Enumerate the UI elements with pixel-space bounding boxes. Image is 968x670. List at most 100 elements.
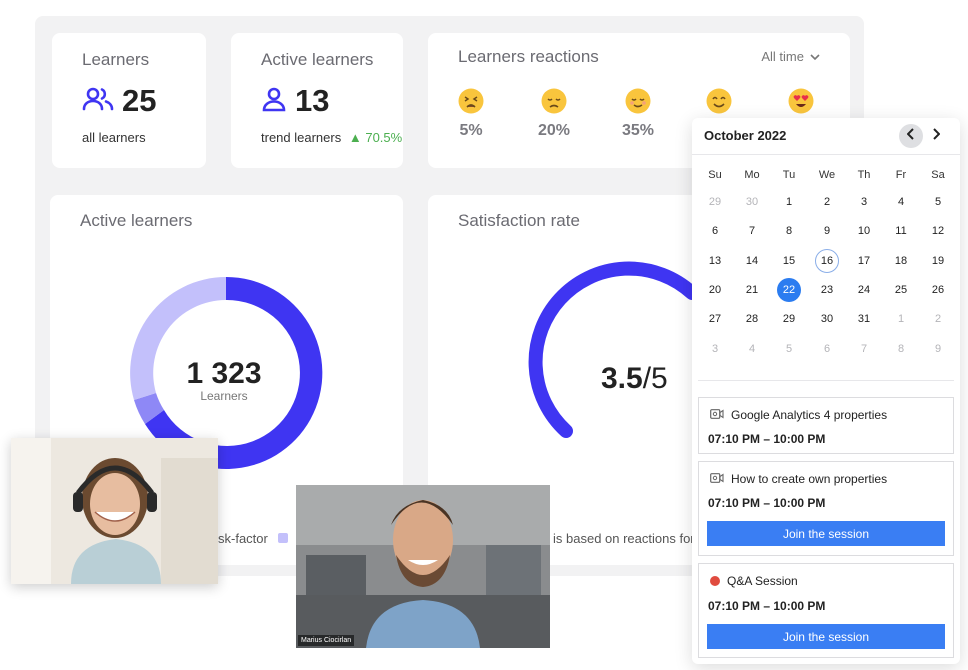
session-card: Q&A Session 07:10 PM – 10:00 PM Join the… — [698, 563, 954, 658]
live-dot-icon — [710, 576, 720, 586]
tired-face-icon — [458, 88, 484, 114]
join-session-button[interactable]: Join the session — [707, 624, 945, 649]
session-title-text: Google Analytics 4 properties — [731, 408, 888, 422]
calendar-day[interactable]: 5 — [774, 338, 804, 360]
learners-count: 25 — [122, 83, 157, 118]
weekday-label: Mo — [744, 169, 760, 181]
calendar-day[interactable]: 21 — [737, 279, 767, 301]
calendar-day[interactable]: 7 — [737, 220, 767, 242]
calendar-day[interactable]: 19 — [923, 250, 953, 272]
chevron-right-icon — [932, 127, 941, 145]
active-learners-card: Active learners 13 trend learners ▲ 70.5… — [231, 33, 403, 168]
calendar-day[interactable]: 11 — [886, 220, 916, 242]
active-learners-title: Active learners — [261, 50, 374, 69]
session-title-text: Q&A Session — [727, 574, 798, 588]
calendar-day[interactable]: 2 — [923, 308, 953, 330]
calendar-day[interactable]: 9 — [812, 220, 842, 242]
participant-video-image — [296, 485, 550, 648]
video-camera-icon — [710, 408, 724, 422]
video-camera-icon — [710, 472, 724, 486]
calendar-day[interactable]: 23 — [812, 279, 842, 301]
reaction-smiling — [689, 88, 749, 122]
calendar-day[interactable]: 27 — [700, 308, 730, 330]
calendar-day[interactable]: 4 — [886, 191, 916, 213]
calendar-day[interactable]: 2 — [812, 191, 842, 213]
heart-eyes-face-icon — [788, 88, 814, 114]
active-learners-subtitle: trend learners ▲ 70.5% — [261, 130, 402, 145]
weekday-label: Fr — [895, 169, 907, 181]
calendar-day[interactable]: 8 — [774, 220, 804, 242]
satisfaction-score: 3.5/5 — [601, 362, 668, 396]
calendar-day[interactable]: 24 — [849, 279, 879, 301]
donut-center-label: Learners — [200, 389, 247, 403]
calendar-day[interactable]: 1 — [774, 191, 804, 213]
previous-month-button[interactable] — [899, 124, 923, 148]
video-tile-participant-2[interactable]: Marius Ciocirlan — [296, 485, 550, 648]
calendar-divider — [698, 380, 954, 381]
calendar-day[interactable]: 18 — [886, 250, 916, 272]
disappointed-face-icon — [541, 88, 567, 114]
session-title: How to create own properties — [710, 472, 887, 486]
calendar-day[interactable]: 13 — [700, 250, 730, 272]
calendar-day[interactable]: 30 — [812, 308, 842, 330]
session-card[interactable]: Google Analytics 4 properties 07:10 PM –… — [698, 397, 954, 454]
learners-subtitle: all learners — [82, 130, 146, 145]
calendar-day[interactable]: 3 — [849, 191, 879, 213]
calendar-day[interactable]: 29 — [700, 191, 730, 213]
session-time: 07:10 PM – 10:00 PM — [708, 599, 826, 613]
time-filter-dropdown[interactable]: All time — [761, 49, 820, 64]
calendar-day[interactable]: 8 — [886, 338, 916, 360]
calendar-day[interactable]: 10 — [849, 220, 879, 242]
calendar-day[interactable]: 16 — [815, 249, 839, 273]
video-tile-participant-1[interactable] — [11, 438, 218, 584]
calendar-day[interactable]: 12 — [923, 220, 953, 242]
calendar-day[interactable]: 4 — [737, 338, 767, 360]
calendar-day[interactable]: 9 — [923, 338, 953, 360]
calendar-day[interactable]: 25 — [886, 279, 916, 301]
dashboard-stage: Learners 25 all learners Active learners — [0, 0, 968, 670]
calendar-day[interactable]: 6 — [812, 338, 842, 360]
calendar-day[interactable]: 14 — [737, 250, 767, 272]
user-icon — [261, 86, 287, 117]
legend-swatch — [278, 533, 288, 543]
reaction-percent: 5% — [459, 122, 483, 139]
reactions-title: Learners reactions — [458, 47, 599, 66]
reaction-disappointed: 20% — [524, 88, 584, 140]
calendar-day[interactable]: 3 — [700, 338, 730, 360]
calendar-day[interactable]: 6 — [700, 220, 730, 242]
satisfaction-score-max: /5 — [642, 362, 668, 395]
calendar-day[interactable]: 29 — [774, 308, 804, 330]
learners-card: Learners 25 all learners — [52, 33, 206, 168]
calendar-day[interactable]: 5 — [923, 191, 953, 213]
calendar-day[interactable]: 7 — [849, 338, 879, 360]
weekday-label: We — [818, 169, 836, 181]
calendar-day[interactable]: 26 — [923, 279, 953, 301]
calendar-day[interactable]: 17 — [849, 250, 879, 272]
session-title: Google Analytics 4 properties — [710, 408, 887, 422]
calendar-day[interactable]: 1 — [886, 308, 916, 330]
participant-video-image — [11, 438, 218, 584]
reaction-heart-eyes — [771, 88, 831, 122]
legend-risk-factor: sk-factor — [218, 531, 268, 546]
calendar-day[interactable]: 20 — [700, 279, 730, 301]
smiling-face-icon — [706, 88, 732, 114]
chevron-down-icon — [810, 49, 820, 64]
session-card: How to create own properties 07:10 PM – … — [698, 461, 954, 556]
join-session-button[interactable]: Join the session — [707, 521, 945, 546]
calendar-day[interactable]: 22 — [777, 278, 801, 302]
session-time: 07:10 PM – 10:00 PM — [708, 432, 826, 446]
calendar-day[interactable]: 28 — [737, 308, 767, 330]
learners-stat: 25 — [82, 83, 156, 119]
calendar-day[interactable]: 31 — [849, 308, 879, 330]
calendar-month: October 2022 — [704, 128, 787, 143]
participant-name-tag: Marius Ciocirlan — [298, 635, 355, 646]
calendar-day[interactable]: 30 — [737, 191, 767, 213]
trend-label: trend learners — [261, 130, 342, 145]
satisfaction-note: is based on reactions for a — [553, 531, 706, 546]
weekday-label: Su — [708, 169, 722, 181]
chevron-left-icon — [906, 127, 915, 145]
next-month-button[interactable] — [924, 124, 948, 148]
reaction-percent: 35% — [621, 122, 655, 139]
calendar-day[interactable]: 15 — [774, 250, 804, 272]
trend-percent: 70.5% — [365, 130, 403, 145]
